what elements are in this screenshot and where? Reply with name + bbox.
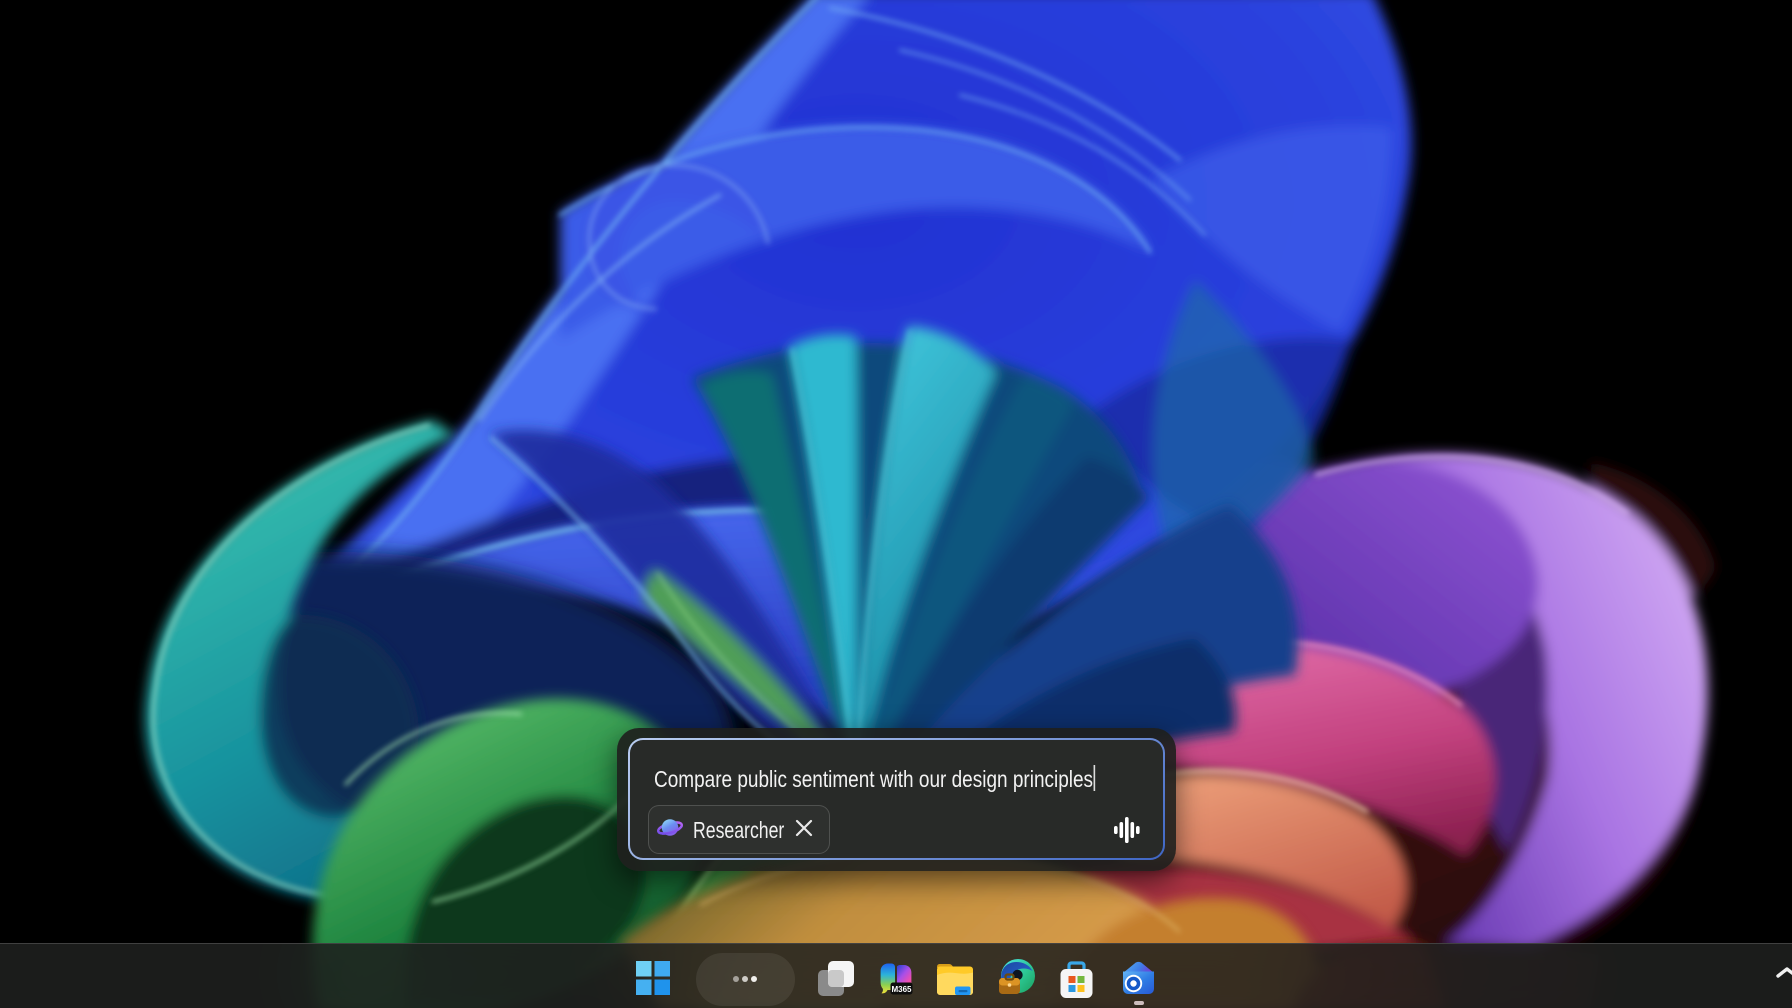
svg-text:M365: M365 bbox=[891, 985, 912, 994]
